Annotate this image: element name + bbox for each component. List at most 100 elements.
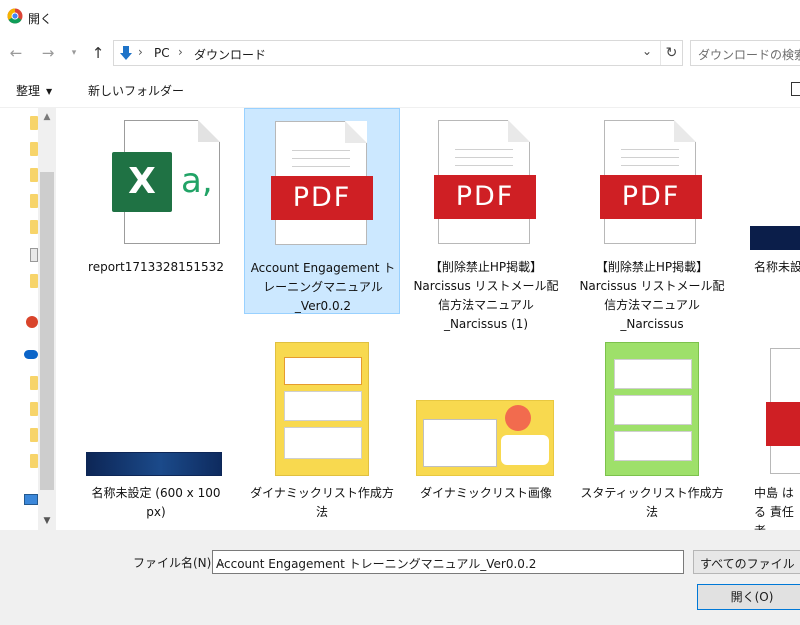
pdf-file-icon — [740, 334, 800, 482]
preview-block — [614, 431, 692, 461]
folder-icon[interactable] — [30, 220, 38, 234]
folder-icon[interactable] — [30, 428, 38, 442]
image-thumbnail — [78, 334, 234, 482]
image-thumbnail — [574, 334, 730, 482]
excel-file-icon: X a, — [78, 108, 234, 256]
refresh-icon[interactable]: ↻ — [660, 41, 682, 65]
page-line — [292, 150, 350, 151]
image-preview — [86, 452, 222, 476]
folder-icon[interactable] — [30, 274, 38, 288]
image-preview — [605, 342, 699, 476]
arrow-up-icon[interactable]: ↑ — [88, 44, 108, 62]
chevron-down-icon[interactable]: ⌄ — [642, 44, 652, 58]
arrow-left-icon[interactable]: ← — [6, 44, 26, 62]
toolbar: 整理 ▼ 新しいフォルダー — [0, 74, 800, 108]
search-placeholder: ダウンロードの検索 — [698, 48, 800, 62]
page-line — [455, 157, 513, 158]
address-bar[interactable]: › PC › ダウンロード ⌄ ↻ — [113, 40, 683, 66]
filename-input[interactable]: Account Engagement トレーニングマニュアル_Ver0.0.2 … — [212, 550, 684, 574]
document-icon[interactable] — [30, 248, 38, 262]
breadcrumb-separator-icon: › — [138, 45, 143, 59]
page-line — [292, 166, 350, 167]
folder-icon[interactable] — [30, 376, 38, 390]
dialog-footer — [0, 530, 800, 625]
organize-label: 整理 — [16, 84, 41, 98]
breadcrumb-downloads[interactable]: ダウンロード — [194, 46, 266, 63]
breadcrumb-separator-icon: › — [178, 45, 183, 59]
file-type-select[interactable]: すべてのファイル — [693, 550, 800, 574]
folder-icon[interactable] — [30, 402, 38, 416]
chevron-down-icon[interactable]: ⌄ — [216, 555, 677, 569]
arrow-right-icon[interactable]: → — [38, 44, 58, 62]
image-thumbnail — [740, 108, 800, 256]
file-tile[interactable]: 中島 はる 責任者 — [740, 334, 800, 530]
file-tile-selected[interactable]: PDF Account Engagement トレーニングマニュアル _Ver0… — [244, 108, 400, 314]
preview-block — [423, 419, 497, 467]
chevron-down-icon[interactable]: ▾ — [64, 44, 84, 62]
file-name: Account Engagement トレーニングマニュアル _Ver0.0.2 — [250, 261, 396, 313]
file-grid: X a, report1713328151532 PDF Account Eng… — [58, 108, 800, 530]
preview-block — [284, 357, 362, 385]
page-line — [292, 158, 350, 159]
scroll-down-icon[interactable]: ▼ — [38, 512, 56, 530]
title-bar: 開く — [0, 0, 800, 36]
onedrive-icon[interactable] — [24, 350, 38, 359]
file-tile[interactable]: PDF 【削除禁止HP掲載】 Narcissus リストメール配 信方法マニュア… — [408, 108, 564, 331]
preview-bubble — [505, 405, 531, 431]
folder-icon[interactable] — [30, 454, 38, 468]
file-tile[interactable]: 名称未設 — [740, 108, 800, 314]
download-arrow-icon — [120, 46, 132, 60]
file-name: 【削除禁止HP掲載】 Narcissus リストメール配 信方法マニュアル _N… — [413, 260, 559, 331]
pdf-badge — [766, 402, 800, 446]
new-folder-button[interactable]: 新しいフォルダー — [88, 82, 184, 99]
breadcrumb-pc[interactable]: PC — [154, 46, 170, 60]
file-name: 名称未設定 (600 x 100 px) — [91, 486, 221, 519]
preview-block — [501, 435, 549, 465]
open-button[interactable]: 開く(O) — [697, 584, 800, 610]
file-tile[interactable]: スタティックリスト作成方 法 — [574, 334, 730, 530]
app-icon[interactable] — [26, 316, 38, 328]
folder-icon[interactable] — [30, 194, 38, 208]
file-type-value: すべてのファイル — [700, 557, 795, 571]
page-line — [621, 165, 679, 166]
filename-label: ファイル名(N): — [133, 556, 216, 570]
file-name: report1713328151532 — [88, 260, 224, 274]
file-tile[interactable]: PDF 【削除禁止HP掲載】 Narcissus リストメール配 信方法マニュア… — [574, 108, 730, 331]
search-input[interactable]: ダウンロードの検索 — [690, 40, 800, 66]
file-name: 中島 はる 責任者 — [754, 486, 794, 530]
image-thumbnail — [408, 334, 564, 482]
pdf-badge: PDF — [271, 176, 373, 220]
page-line — [621, 149, 679, 150]
page-line — [455, 165, 513, 166]
image-preview — [750, 226, 800, 250]
pdf-file-icon: PDF — [574, 108, 730, 256]
folder-icon[interactable] — [30, 168, 38, 182]
preview-block — [614, 395, 692, 425]
preview-block — [284, 391, 362, 421]
caret-down-icon: ▼ — [46, 87, 53, 96]
pdf-badge: PDF — [434, 175, 536, 219]
file-name: 【削除禁止HP掲載】 Narcissus リストメール配 信方法マニュアル _N… — [579, 260, 725, 331]
computer-icon[interactable] — [24, 494, 38, 505]
file-name: スタティックリスト作成方 法 — [580, 486, 724, 519]
scrollbar-thumb[interactable] — [40, 172, 54, 490]
image-preview — [416, 400, 554, 476]
excel-logo: X — [112, 152, 172, 212]
scroll-up-icon[interactable]: ▲ — [38, 108, 56, 126]
organize-button[interactable]: 整理 ▼ — [16, 82, 52, 99]
pdf-badge: PDF — [600, 175, 702, 219]
file-tile[interactable]: ダイナミックリスト作成方 法 — [244, 334, 400, 530]
file-name: ダイナミックリスト画像 — [420, 486, 552, 500]
file-name: 名称未設 — [754, 260, 800, 274]
page-line — [621, 157, 679, 158]
file-tile[interactable]: ダイナミックリスト画像 — [408, 334, 564, 530]
vertical-scrollbar[interactable]: ▲ ▼ — [38, 108, 56, 530]
folder-icon[interactable] — [30, 142, 38, 156]
preview-pane-icon[interactable] — [791, 82, 800, 96]
file-name: ダイナミックリスト作成方 法 — [250, 486, 394, 519]
file-tile[interactable]: 名称未設定 (600 x 100 px) — [78, 334, 234, 530]
image-preview — [275, 342, 369, 476]
image-thumbnail — [244, 334, 400, 482]
folder-icon[interactable] — [30, 116, 38, 130]
file-tile[interactable]: X a, report1713328151532 — [78, 108, 234, 314]
